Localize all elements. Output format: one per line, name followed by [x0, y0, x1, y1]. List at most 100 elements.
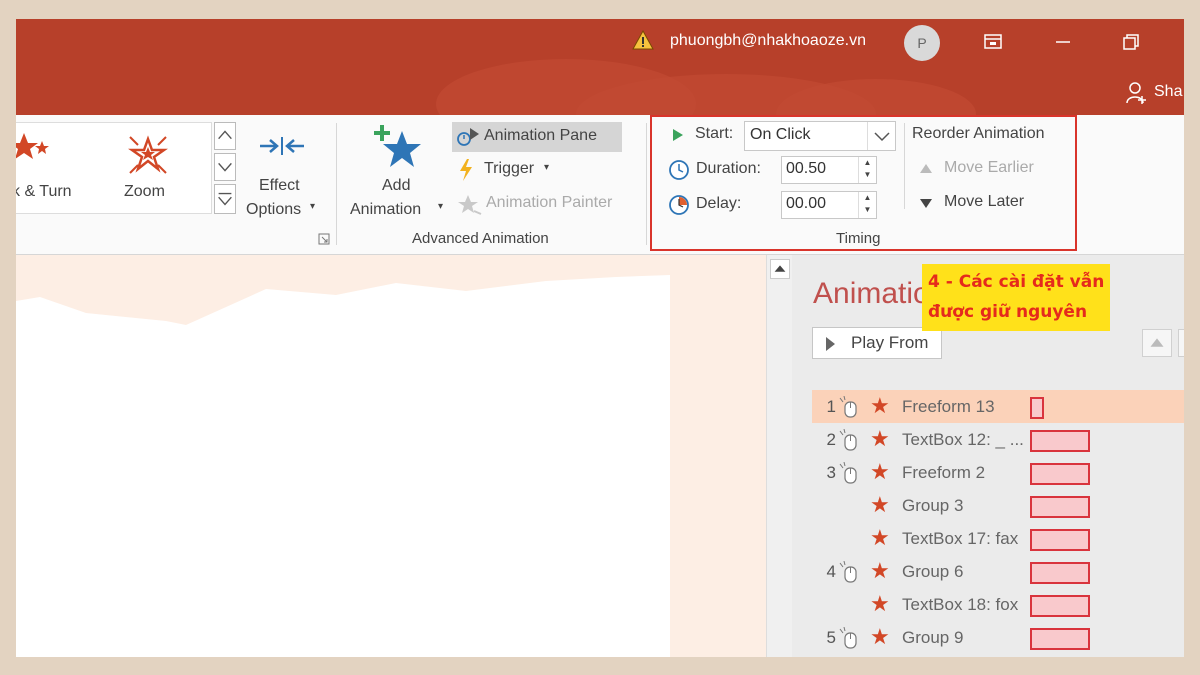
group-separator [904, 123, 905, 209]
callout-line1: 4 - Các cài đặt vẫn [928, 272, 1105, 292]
title-bar: phuongbh@nhakhoaoze.vn P Sha [16, 19, 1184, 115]
timing-bar[interactable] [1030, 562, 1090, 584]
emphasis-star-icon: ★ [870, 624, 890, 649]
animation-list-item[interactable]: 5 ★ Group 9 [812, 621, 1184, 654]
emphasis-star-icon: ★ [870, 591, 890, 616]
animation-pane-icon [457, 128, 479, 146]
restore-icon[interactable] [1114, 25, 1148, 59]
zoom-icon [128, 135, 168, 174]
timing-bar[interactable] [1030, 397, 1044, 419]
effect-options-button[interactable]: Effect Options ▾ [244, 123, 322, 227]
avatar[interactable]: P [904, 25, 940, 61]
start-dropdown[interactable]: On Click [744, 121, 896, 151]
animation-painter-button[interactable]: Animation Painter [456, 191, 636, 219]
gallery-scroll-up-icon[interactable] [214, 122, 236, 150]
animation-pane-button[interactable]: Animation Pane [452, 122, 622, 152]
emphasis-star-icon: ★ [870, 426, 890, 451]
move-down-icon[interactable] [1178, 329, 1184, 357]
effect-options-icon [260, 137, 304, 155]
gallery-item-zoom[interactable]: Zoom [116, 123, 206, 213]
gallery-more-icon[interactable] [214, 184, 236, 214]
animation-list-item[interactable]: 2 ★ TextBox 12: _ ... [812, 423, 1184, 456]
warning-icon[interactable] [632, 30, 654, 50]
triangle-down-icon [920, 199, 932, 208]
duration-label: Duration: [696, 160, 761, 177]
animation-item-name: Group 9 [902, 628, 964, 647]
slide-canvas[interactable] [16, 255, 768, 657]
timing-bar[interactable] [1030, 529, 1090, 551]
lightning-icon [460, 159, 472, 181]
move-later-label: Move Later [944, 193, 1025, 210]
minimize-icon[interactable] [1046, 25, 1080, 59]
animation-list-item[interactable]: ★ TextBox 18: fox [812, 588, 1184, 621]
move-later-button[interactable]: Move Later [916, 189, 1066, 217]
delay-clock-icon [669, 195, 689, 215]
emphasis-star-icon: ★ [870, 558, 890, 583]
chevron-down-icon[interactable] [867, 122, 895, 150]
start-value: On Click [750, 126, 811, 143]
account-name[interactable]: phuongbh@nhakhoaoze.vn [670, 32, 866, 50]
animation-list-item[interactable]: ★ TextBox 17: fax [812, 522, 1184, 555]
animation-list-item[interactable]: 4 ★ Group 6 [812, 555, 1184, 588]
animation-gallery: k & Turn Zoom [16, 122, 212, 214]
timing-bar[interactable] [1030, 463, 1090, 485]
vertical-scrollbar[interactable] [766, 255, 792, 657]
share-person-icon[interactable] [1126, 81, 1148, 105]
duration-spinner[interactable]: 00.50 ▲ ▼ [781, 156, 877, 184]
animation-list-item[interactable]: ★ Group 3 [812, 489, 1184, 522]
add-animation-button[interactable]: Add Animation ▾ [348, 121, 448, 227]
mouse-click-icon [839, 462, 857, 484]
delay-spinner[interactable]: 00.00 ▲ ▼ [781, 191, 877, 219]
animation-item-name: Freeform 2 [902, 463, 986, 482]
animation-list-item[interactable]: 3 ★ Freeform 2 [812, 456, 1184, 489]
animation-item-name: Group 3 [902, 496, 964, 515]
timing-bar[interactable] [1030, 628, 1090, 650]
animation-list-item[interactable]: ★TextBox 19: fo... [812, 654, 1184, 657]
powerpoint-window: phuongbh@nhakhoaoze.vn P Sha k & Turn Zo… [16, 19, 1184, 657]
gallery-item-fly-turn[interactable]: k & Turn [16, 123, 116, 213]
animation-item-name: TextBox 12: _ ... [902, 430, 1024, 449]
gallery-label: k & Turn [16, 183, 72, 200]
duration-value: 00.50 [786, 160, 827, 177]
spin-arrows-icon[interactable]: ▲ ▼ [858, 157, 876, 183]
dropdown-arrow-icon: ▾ [438, 201, 444, 212]
advanced-animation-group-label: Advanced Animation [412, 230, 549, 247]
emphasis-star-icon: ★ [870, 393, 890, 418]
animation-item-name: TextBox 17: fax [902, 529, 1019, 548]
timing-bar[interactable] [1030, 430, 1090, 452]
timing-bar[interactable] [1030, 496, 1090, 518]
ribbon-display-options-icon[interactable] [976, 25, 1010, 59]
fly-turn-icon [16, 133, 49, 159]
animations-ribbon: k & Turn Zoom Effect Options ▾ Add Anima… [16, 115, 1184, 255]
delay-label: Delay: [696, 195, 742, 212]
play-icon [826, 337, 835, 351]
scroll-up-icon[interactable] [770, 259, 790, 279]
animation-pane-label: Animation Pane [484, 127, 597, 144]
gallery-label: Zoom [124, 183, 165, 200]
share-button[interactable]: Sha [1154, 83, 1182, 101]
animation-painter-icon [458, 195, 482, 215]
mouse-click-icon [839, 396, 857, 418]
annotation-callout: 4 - Các cài đặt vẫn được giữ nguyên [922, 264, 1111, 331]
mouse-click-icon [839, 561, 857, 583]
dropdown-arrow-icon: ▾ [310, 201, 316, 212]
play-from-button[interactable]: Play From [812, 327, 942, 359]
move-up-icon[interactable] [1142, 329, 1172, 357]
animation-item-name: Freeform 13 [902, 397, 995, 416]
animation-order-number: 2 [826, 430, 836, 449]
animation-order-number: 4 [826, 562, 836, 581]
animation-order-number: 3 [826, 463, 836, 482]
mouse-click-icon [839, 429, 857, 451]
move-earlier-button[interactable]: Move Earlier [916, 155, 1066, 183]
animation-list-item[interactable]: 1 ★ Freeform 13 [812, 390, 1184, 423]
trigger-button[interactable]: Trigger ▾ [456, 157, 566, 185]
gallery-scroll-down-icon[interactable] [214, 153, 236, 181]
timing-bar[interactable] [1030, 595, 1090, 617]
effect-options-line2: Options [246, 201, 302, 218]
add-animation-line2: Animation [350, 201, 422, 218]
move-earlier-label: Move Earlier [944, 159, 1034, 176]
dialog-launcher-icon[interactable] [318, 233, 330, 245]
triangle-up-icon [920, 164, 932, 173]
spin-arrows-icon[interactable]: ▲ ▼ [858, 192, 876, 218]
group-separator [646, 123, 647, 245]
